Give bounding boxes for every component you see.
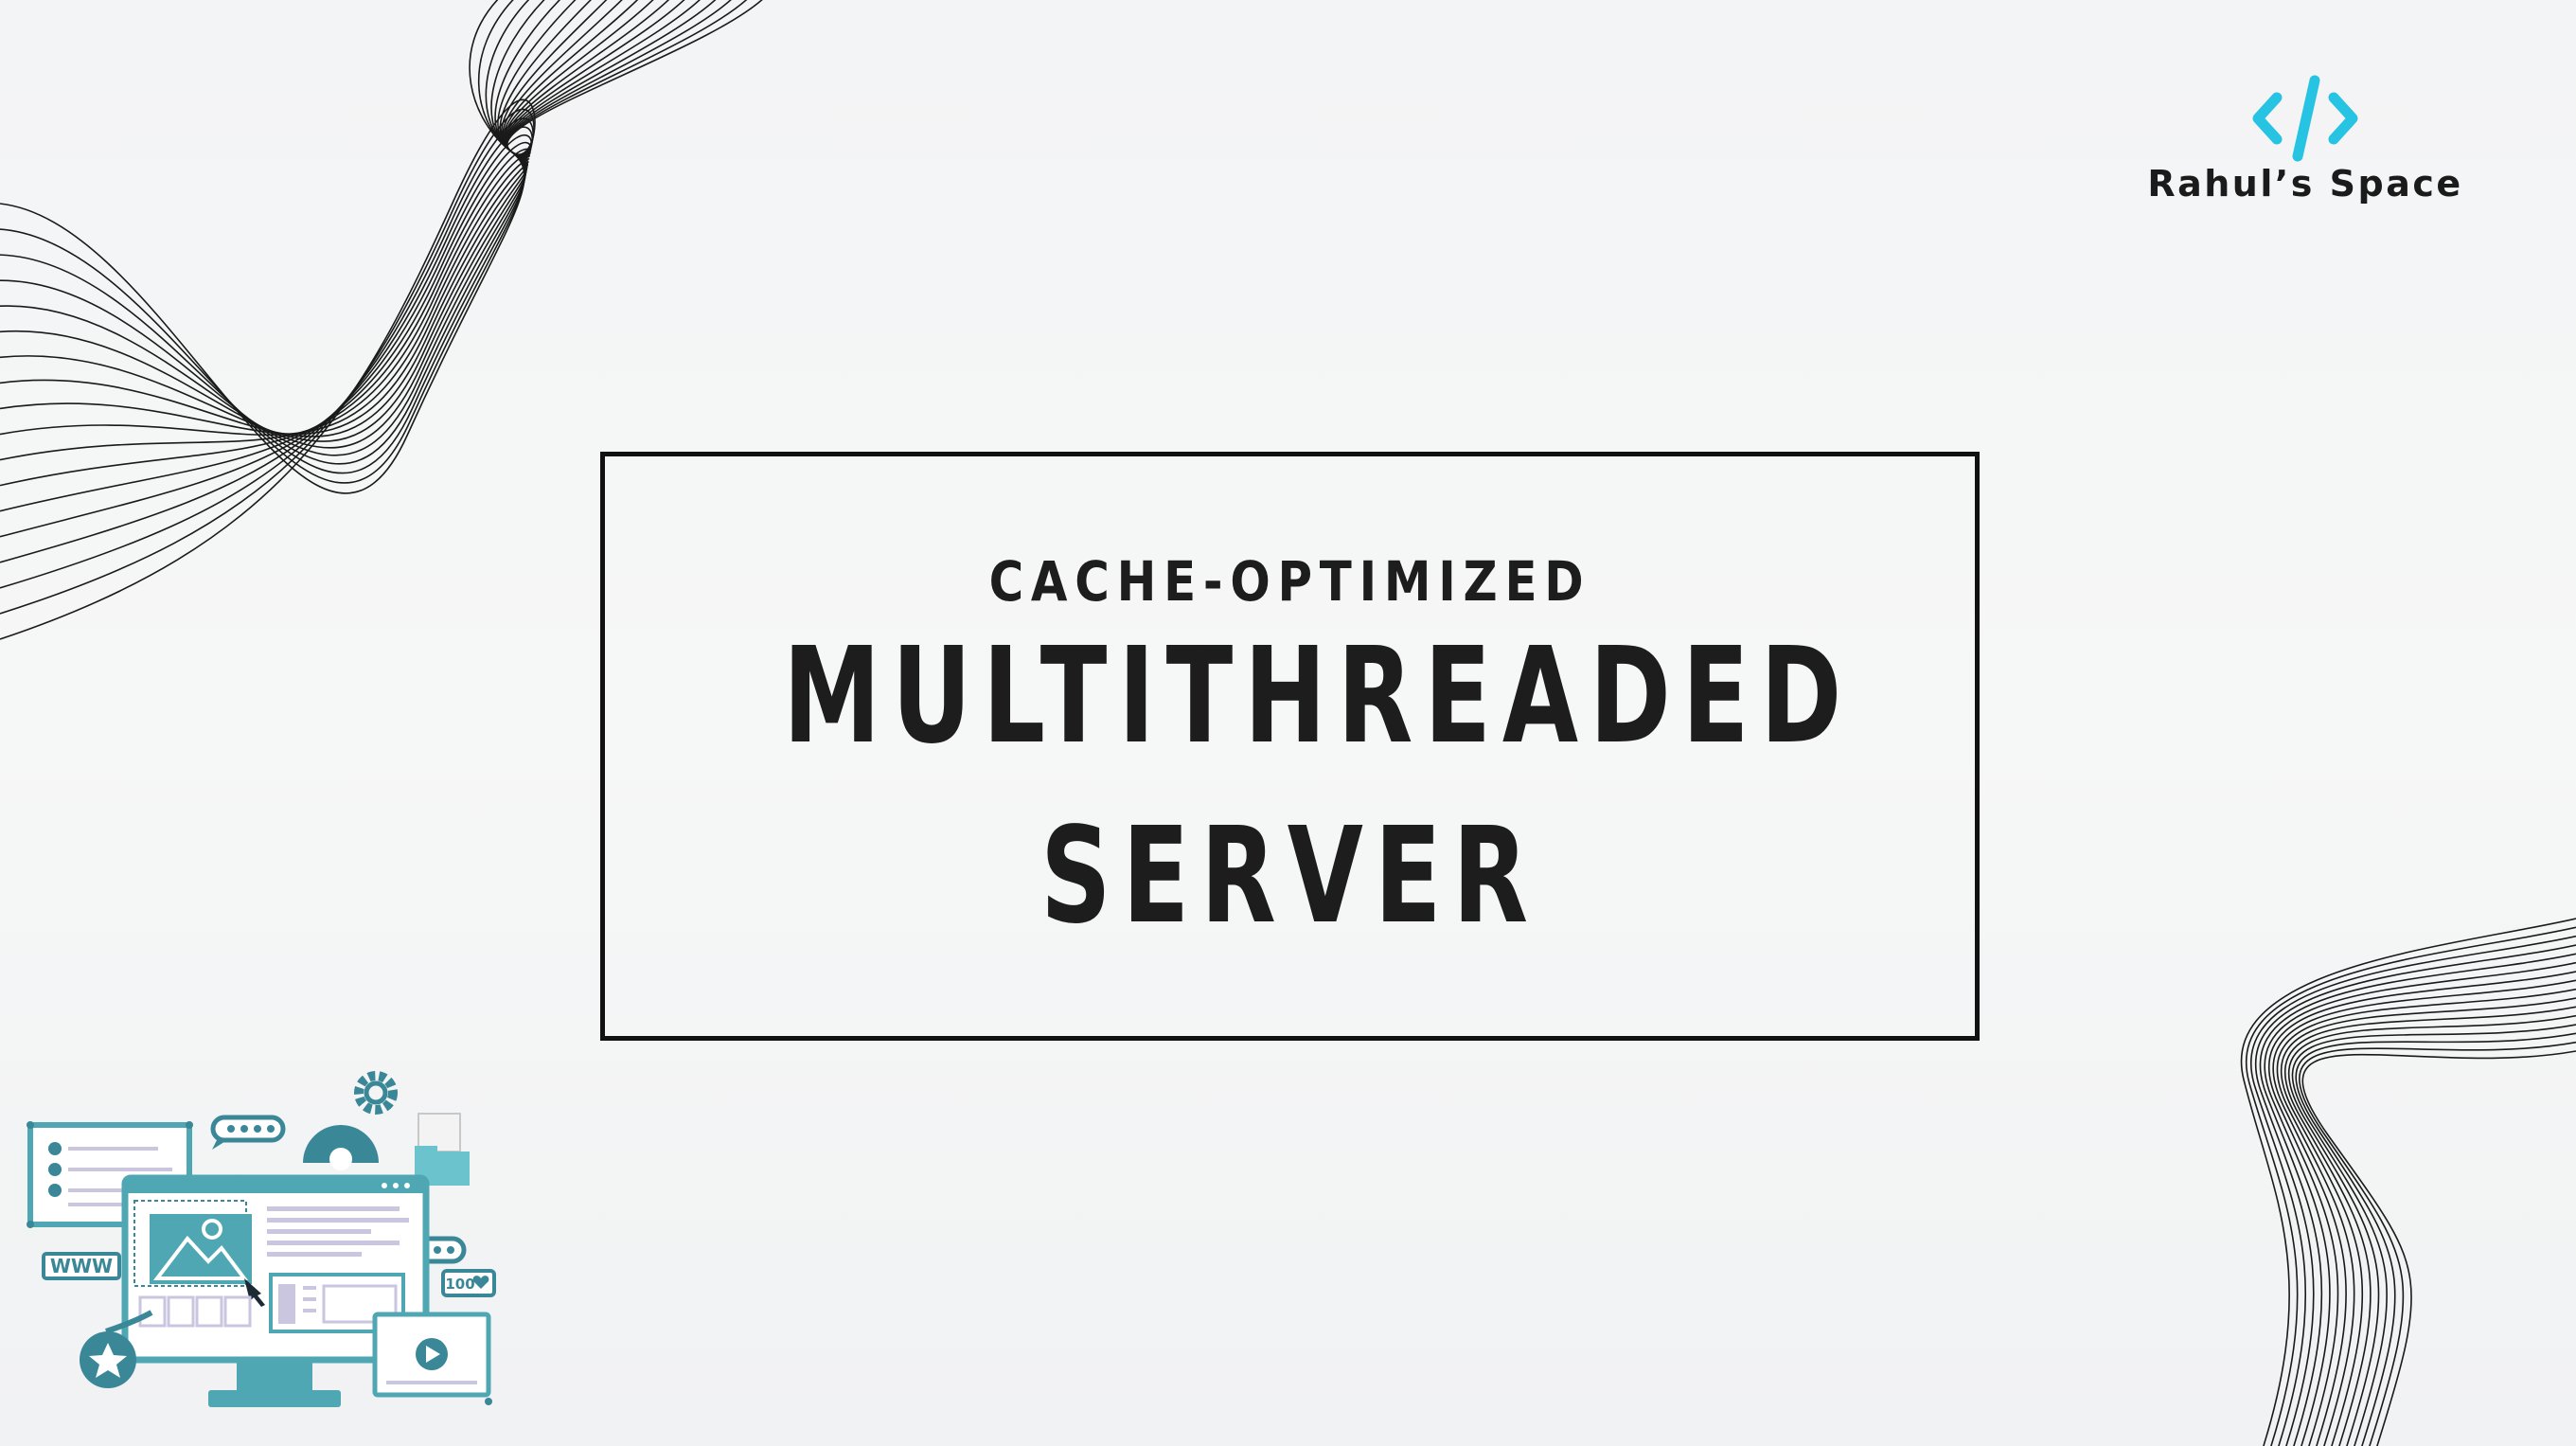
wave-line-bottom-15 (2301, 1050, 2576, 1446)
wave-line-bottom-11 (2287, 1014, 2576, 1446)
title-subtitle: CACHE-OPTIMIZED (988, 549, 1591, 614)
title-line-1: MULTITHREADED (783, 619, 1854, 774)
gear-icon (303, 1071, 398, 1170)
wave-lines-bottom-right (2240, 918, 2576, 1446)
wave-line-top-0 (0, 0, 525, 494)
brand-logo: Rahul’s Space (2140, 57, 2471, 218)
www-tag: WWW (42, 1252, 121, 1280)
folder-icon (415, 1113, 470, 1186)
web-design-illustration: WWW 100 (27, 1071, 496, 1407)
wave-line-bottom-13 (2295, 1032, 2576, 1446)
wave-line-bottom-8 (2276, 988, 2576, 1446)
title-frame: CACHE-OPTIMIZED MULTITHREADED SERVER (600, 452, 1980, 1041)
wave-line-bottom-12 (2291, 1024, 2576, 1446)
wave-line-top-9 (0, 0, 639, 437)
wave-line-top-8 (0, 0, 623, 436)
www-label: WWW (50, 1255, 113, 1277)
wave-line-bottom-6 (2268, 971, 2576, 1446)
wave-line-top-6 (0, 0, 592, 442)
chat-bubble-icon (210, 1115, 286, 1150)
code-brackets-icon (2252, 75, 2358, 162)
wave-line-bottom-2 (2250, 935, 2576, 1446)
like-count-badge: 100 (441, 1269, 496, 1297)
wave-line-bottom-9 (2280, 997, 2576, 1446)
wave-line-top-5 (0, 0, 577, 449)
video-window (372, 1312, 492, 1405)
wave-line-top-2 (0, 0, 530, 474)
wave-line-top-13 (0, 0, 701, 538)
wave-line-top-7 (0, 0, 608, 437)
brand-name: Rahul’s Space (2147, 163, 2463, 205)
like-count: 100 (445, 1276, 474, 1293)
title-line-2: SERVER (1040, 799, 1539, 954)
